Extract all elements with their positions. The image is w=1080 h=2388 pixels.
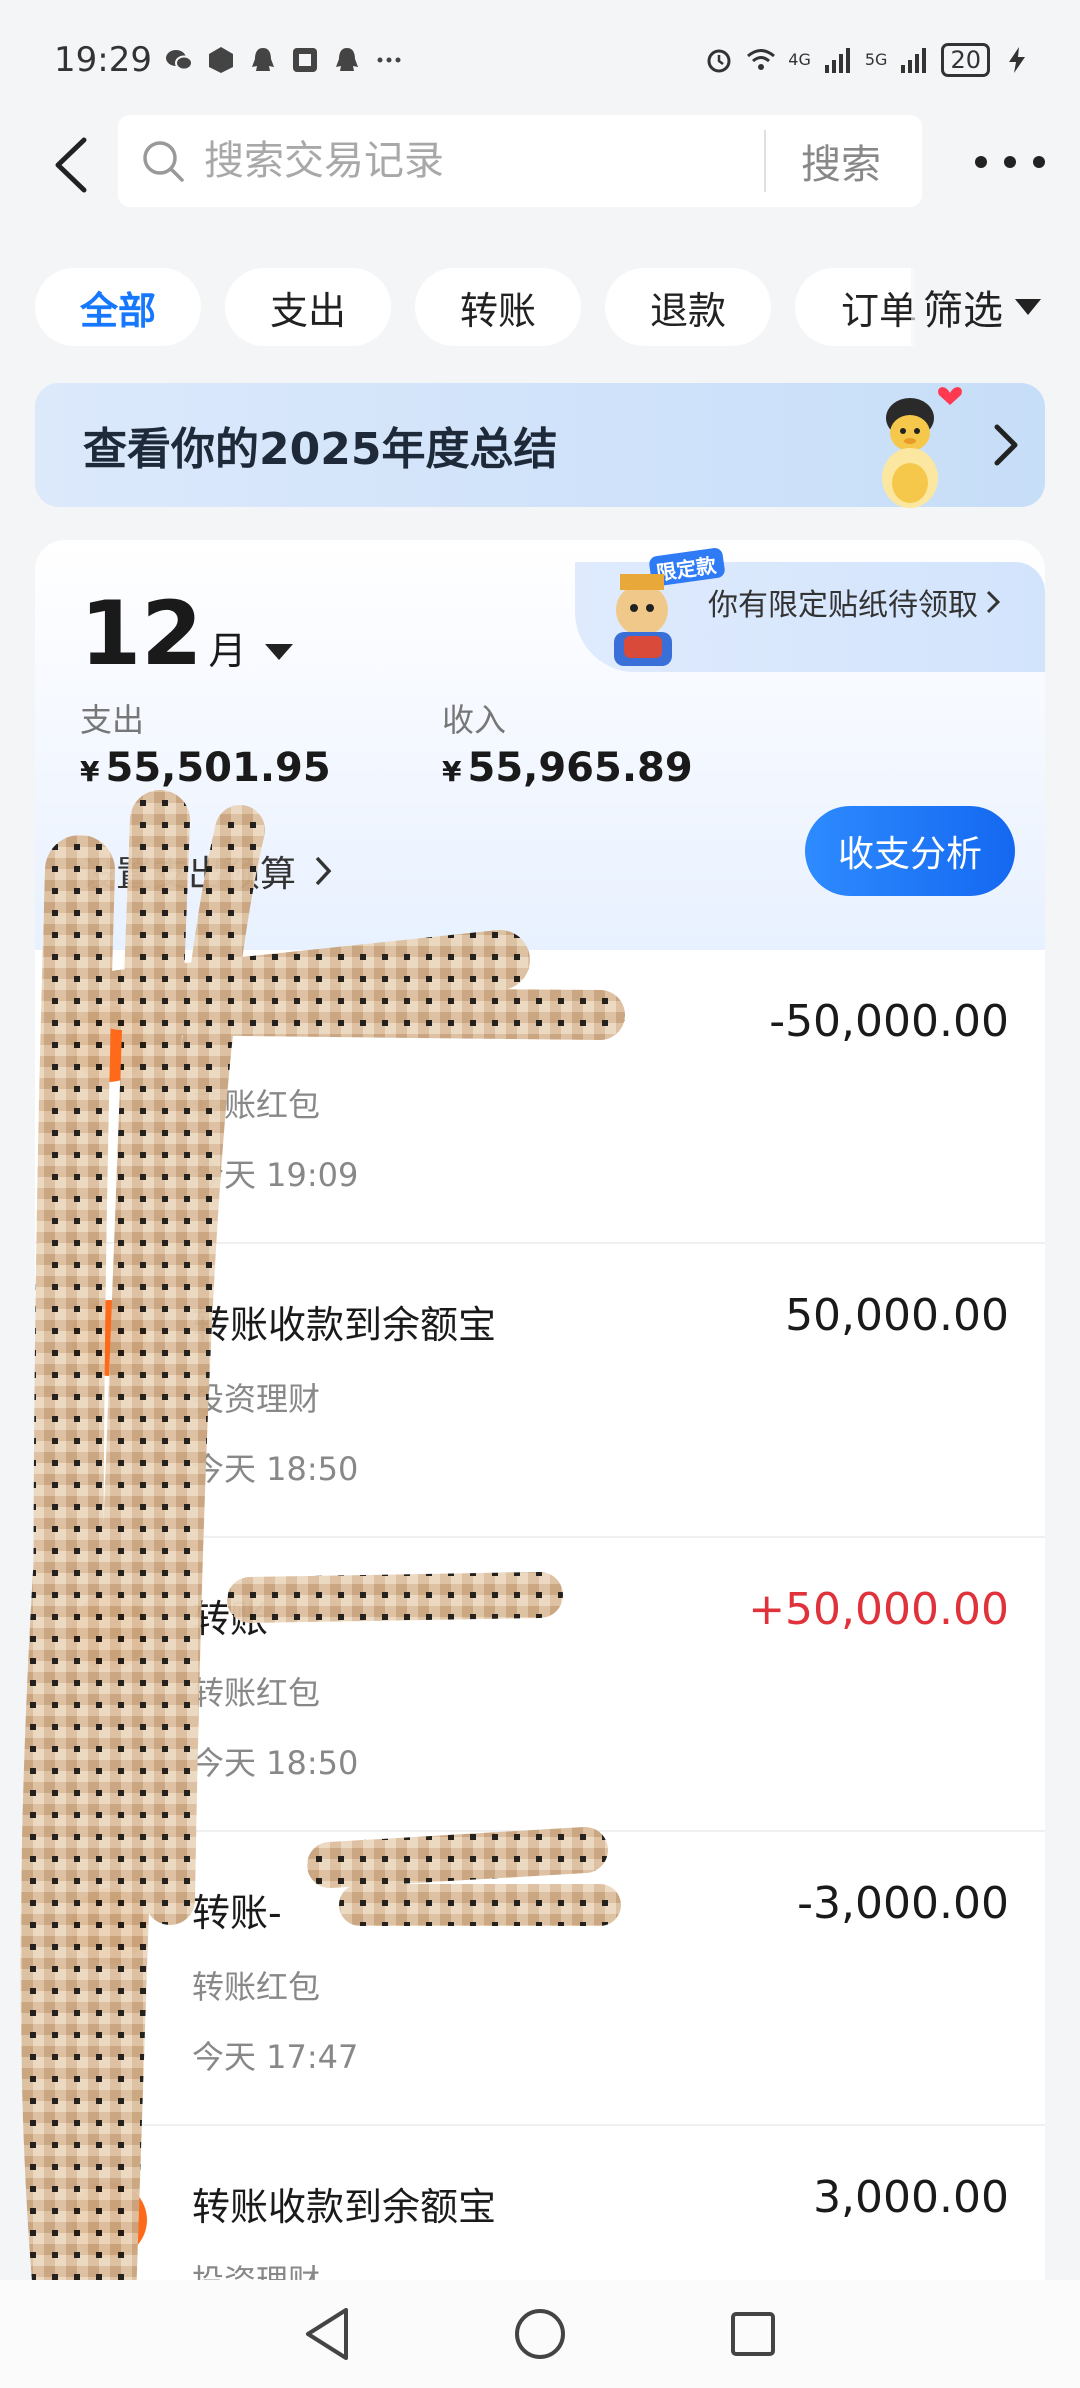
chevron-right-icon [315, 856, 332, 886]
mascot-icon [882, 387, 962, 508]
wechat-icon [164, 45, 194, 75]
nav-back-button[interactable] [292, 2299, 362, 2369]
signal-icon [823, 45, 853, 75]
transaction-row[interactable]: 转账收款到余额宝 投资理财 3,000.00 [35, 2126, 1045, 2280]
status-right: 4G 5G 20 [704, 43, 1032, 77]
transaction-amount: -50,000.00 [769, 996, 1009, 1047]
transaction-avatar [71, 1888, 147, 1964]
transaction-list: 转账红包 今天 19:09 -50,000.00 转账收款到余额宝 投资理财 今… [35, 950, 1045, 2280]
expense-value: ¥55,501.95 [80, 745, 331, 791]
caret-down-icon [265, 644, 294, 660]
search-box[interactable]: 搜索 [118, 115, 922, 207]
dot-icon [975, 156, 987, 168]
transaction-amount: +50,000.00 [748, 1584, 1009, 1635]
chevron-left-icon [55, 137, 87, 193]
search-button[interactable]: 搜索 [766, 132, 916, 190]
transaction-amount: -3,000.00 [797, 1878, 1009, 1929]
network-label-a: 4G [788, 50, 811, 69]
filter-label: 筛选 [923, 288, 1003, 334]
battery-indicator: 20 [941, 43, 990, 77]
currency-symbol: ¥ [80, 755, 100, 788]
nav-recents-button[interactable] [718, 2299, 788, 2369]
transaction-row[interactable]: 转账 转账红包 今天 18:50 +50,000.00 [35, 1538, 1045, 1832]
tab-refund[interactable]: 退款 [605, 268, 771, 346]
tab-transfer[interactable]: 转账 [415, 268, 581, 346]
transaction-amount: 50,000.00 [785, 1290, 1009, 1341]
transaction-time: 今天 17:47 [192, 2038, 359, 2076]
more-notifications-icon [374, 45, 404, 75]
transaction-category: 投资理财 [192, 2256, 320, 2280]
month-selector[interactable]: 12 月 [80, 582, 296, 685]
transaction-avatar [71, 1300, 147, 1376]
system-nav-bar [0, 2280, 1080, 2388]
sticker-promo-text: 你有限定贴纸待领取 [708, 588, 978, 623]
transaction-title: 转账收款到余额宝 [192, 2185, 497, 2229]
header: 搜索 [0, 115, 1080, 213]
tab-all[interactable]: 全部 [35, 268, 201, 346]
qq-icon [248, 45, 278, 75]
filter-tabs: 全部 支出 转账 退款 订单 筛选 [35, 268, 1045, 348]
transaction-row[interactable]: 转账收款到余额宝 投资理财 今天 18:50 50,000.00 [35, 1244, 1045, 1538]
expense-label: 支出 [80, 701, 145, 739]
tab-order-clip: 订单 [795, 268, 915, 346]
alarm-icon [704, 45, 734, 75]
transaction-category: 转账红包 [192, 1674, 321, 1712]
budget-link-text: 设置支出预算 [80, 854, 297, 895]
app-badge-icon [290, 45, 320, 75]
month-unit: 月 [208, 629, 247, 673]
transaction-title: 转账收款到余额宝 [192, 1303, 497, 1347]
income-value: ¥55,965.89 [442, 745, 693, 791]
transaction-time: 今天 19:09 [192, 1156, 359, 1194]
dot-icon [1004, 156, 1016, 168]
sticker-promo-link[interactable]: 你有限定贴纸待领取 [708, 580, 1002, 624]
chevron-right-icon [986, 590, 1001, 614]
signal-icon-2 [899, 45, 929, 75]
expense-amount: 55,501.95 [105, 745, 331, 791]
transaction-avatar [71, 1594, 147, 1670]
income-expense-analysis-button[interactable]: 收支分析 [805, 806, 1015, 896]
transaction-amount: 3,000.00 [813, 2172, 1009, 2223]
qq-icon-2 [332, 45, 362, 75]
transaction-category: 转账红包 [192, 1968, 321, 2006]
month-summary-card: 限定款 你有限定贴纸待领取 12 月 支出 ¥55,501.95 收入 ¥55,… [35, 540, 1045, 950]
charging-icon [1002, 45, 1032, 75]
circle-home-icon [514, 2309, 565, 2359]
status-bar: 19:29 4G 5G 20 [0, 0, 1080, 120]
status-left: 19:29 [54, 40, 404, 80]
status-time: 19:29 [54, 40, 152, 80]
dot-icon [1033, 156, 1045, 168]
more-options-button[interactable] [975, 137, 1045, 187]
transaction-title: 转账 [192, 1597, 269, 1641]
filter-button[interactable]: 筛选 [911, 268, 1043, 346]
transaction-category: 转账红包 [192, 1086, 321, 1124]
transaction-time: 今天 18:50 [192, 1450, 359, 1488]
triangle-back-icon [305, 2308, 348, 2360]
back-button[interactable] [30, 125, 110, 205]
income-amount: 55,965.89 [467, 745, 693, 791]
chevron-right-icon [994, 424, 1018, 466]
search-icon [143, 141, 184, 182]
income-label: 收入 [442, 701, 507, 739]
annual-summary-banner[interactable]: 查看你的2025年度总结 [35, 383, 1045, 508]
app-notification-icon [206, 45, 236, 75]
transaction-title: 转账- [192, 1891, 282, 1935]
search-input[interactable] [204, 138, 764, 184]
caret-down-icon [1015, 299, 1041, 315]
network-label-b: 5G [864, 50, 888, 69]
transaction-row[interactable]: 转账红包 今天 19:09 -50,000.00 [35, 950, 1045, 1244]
transaction-category: 投资理财 [192, 1380, 321, 1418]
transaction-row[interactable]: 转账- 转账红包 今天 17:47 -3,000.00 [35, 1832, 1045, 2126]
banner-text: 查看你的2025年度总结 [83, 424, 558, 475]
nav-home-button[interactable] [505, 2299, 575, 2369]
tab-expense[interactable]: 支出 [225, 268, 391, 346]
wifi-icon [746, 45, 776, 75]
transaction-time: 今天 18:50 [192, 1744, 359, 1782]
currency-symbol: ¥ [442, 755, 462, 788]
square-recents-icon [731, 2312, 776, 2356]
transaction-avatar [71, 2182, 147, 2258]
transaction-avatar [71, 1006, 147, 1082]
set-budget-link[interactable]: 设置支出预算 [80, 845, 334, 897]
month-number: 12 [80, 582, 203, 685]
tab-order[interactable]: 订单 [795, 268, 915, 346]
